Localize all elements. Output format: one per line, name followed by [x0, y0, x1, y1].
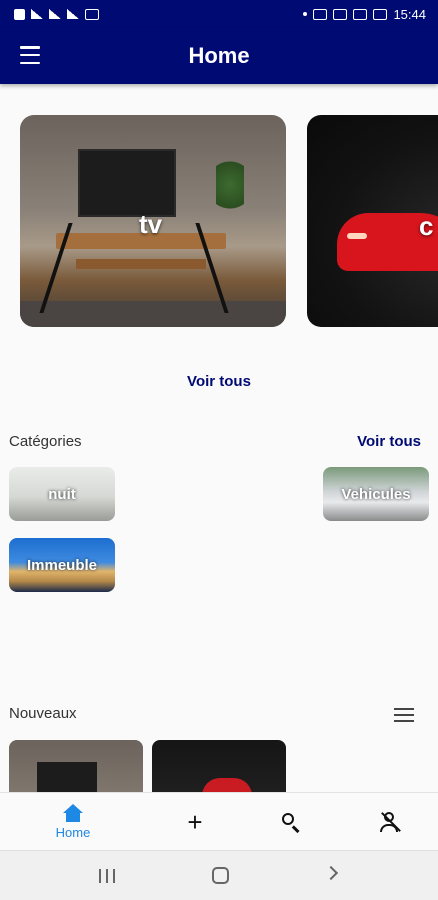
- carousel-card-label: tv: [139, 209, 163, 239]
- carousel-card-label: c: [419, 211, 434, 241]
- add-icon: +: [187, 807, 203, 837]
- status-time: 15:44: [393, 6, 426, 22]
- new-item-car[interactable]: [152, 740, 286, 792]
- category-label: Vehicules: [341, 485, 411, 503]
- home-icon: [63, 804, 83, 822]
- user-off-icon: [378, 811, 401, 833]
- list-icon[interactable]: [394, 708, 414, 722]
- nav-search[interactable]: [268, 793, 314, 851]
- search-icon: [281, 812, 301, 833]
- back-icon[interactable]: [323, 865, 339, 881]
- see-all-categories-link[interactable]: Voir tous: [357, 433, 421, 450]
- see-all-featured-link[interactable]: Voir tous: [0, 373, 438, 390]
- nav-home-label: Home: [55, 825, 91, 840]
- category-vehicules[interactable]: Vehicules: [323, 467, 429, 521]
- carousel-card-car[interactable]: c: [307, 115, 438, 327]
- status-right-icons: 15:44: [303, 7, 426, 22]
- system-home-icon[interactable]: [212, 867, 229, 884]
- menu-icon[interactable]: [20, 46, 40, 64]
- signal-icon: [31, 9, 43, 19]
- signal-icon-2: [49, 9, 61, 19]
- page-title: Home: [188, 43, 250, 68]
- wifi-icon: [67, 9, 79, 19]
- battery-icon: [373, 8, 388, 20]
- category-immeuble[interactable]: Immeuble: [9, 538, 115, 592]
- nav-home[interactable]: Home: [44, 793, 102, 851]
- nav-add[interactable]: +: [172, 793, 218, 851]
- new-item-tv[interactable]: [9, 740, 143, 792]
- tv-image: [78, 149, 176, 217]
- notification-icon: [85, 8, 99, 20]
- bottom-navigation: Home +: [0, 792, 438, 850]
- nouveaux-heading: Nouveaux: [9, 705, 77, 722]
- featured-carousel[interactable]: tv c: [0, 115, 438, 329]
- app-bar: Home: [0, 28, 438, 84]
- category-nuit[interactable]: nuit: [9, 467, 115, 521]
- status-left-icons: [14, 8, 99, 20]
- nav-profile[interactable]: [366, 793, 412, 851]
- dot-icon: [303, 12, 308, 16]
- status-bar: 15:44: [0, 0, 438, 28]
- youtube-icon: [313, 8, 328, 20]
- youtube-icon-2: [333, 8, 348, 20]
- carousel-card-tv[interactable]: tv: [20, 115, 286, 327]
- categories-heading: Catégories: [9, 433, 82, 450]
- category-label: Immeuble: [26, 556, 98, 574]
- lock-icon: [14, 8, 25, 20]
- category-label: nuit: [48, 485, 76, 503]
- recents-icon[interactable]: [99, 869, 115, 883]
- system-navigation-bar: [0, 850, 438, 900]
- youtube-icon-3: [353, 8, 368, 20]
